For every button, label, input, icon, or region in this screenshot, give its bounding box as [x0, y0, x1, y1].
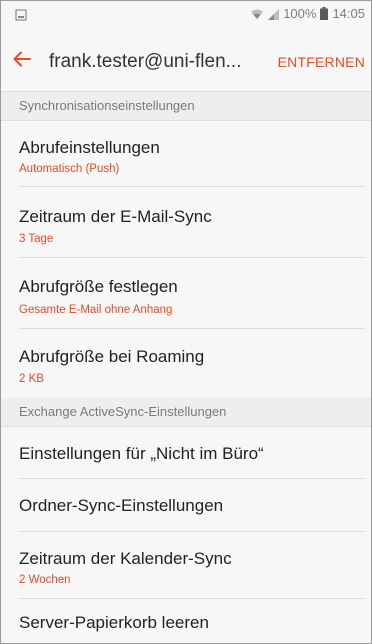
divider	[19, 478, 365, 479]
item-subtitle: 2 KB	[19, 373, 44, 385]
remove-account-button[interactable]: ENTFERNEN	[278, 54, 365, 70]
list-item-out-of-office[interactable]: Einstellungen für „Nicht im Büro“	[1, 427, 371, 479]
item-title: Ordner-Sync-Einstellungen	[19, 496, 224, 515]
list-item-empty-server-trash[interactable]: Server-Papierkorb leeren	[1, 600, 371, 643]
section-header-activesync: Exchange ActiveSync-Einstellungen	[1, 398, 371, 427]
item-title: Abrufgröße bei Roaming	[19, 347, 205, 366]
back-button[interactable]	[9, 48, 35, 74]
item-subtitle: 3 Tage	[19, 233, 54, 245]
status-bar: 100% 14:05	[1, 1, 371, 29]
section-header-label: Synchronisationseinstellungen	[19, 98, 195, 113]
notification-icon	[15, 8, 27, 21]
status-icons: 100% 14:05	[250, 6, 365, 21]
item-title: Einstellungen für „Nicht im Büro“	[19, 444, 264, 463]
divider	[19, 531, 365, 532]
list-item-calendar-sync-period[interactable]: Zeitraum der Kalender-Sync 2 Wochen	[1, 533, 371, 599]
section-header-label: Exchange ActiveSync-Einstellungen	[19, 404, 227, 419]
item-subtitle: Automatisch (Push)	[19, 163, 120, 175]
section-header-sync: Synchronisationseinstellungen	[1, 92, 371, 121]
item-subtitle: Gesamte E-Mail ohne Anhang	[19, 304, 173, 316]
battery-percent: 100%	[283, 6, 317, 21]
wifi-icon	[250, 8, 264, 20]
signal-icon	[268, 8, 280, 20]
app-bar: frank.tester@uni-flen... ENTFERNEN	[1, 29, 371, 92]
divider	[19, 328, 365, 329]
item-title: Zeitraum der Kalender-Sync	[19, 549, 232, 568]
divider	[19, 598, 365, 599]
divider	[19, 186, 365, 187]
battery-icon	[320, 7, 329, 20]
item-title: Server-Papierkorb leeren	[19, 613, 209, 632]
item-title: Zeitraum der E-Mail-Sync	[19, 207, 212, 226]
phone-screen: 100% 14:05 frank.tester@uni-flen... ENTF…	[0, 0, 372, 644]
item-title: Abrufgröße festlegen	[19, 277, 178, 296]
list-item-email-sync-period[interactable]: Zeitraum der E-Mail-Sync 3 Tage	[1, 188, 371, 258]
list-item-abrufeinstellungen[interactable]: Abrufeinstellungen Automatisch (Push)	[1, 121, 371, 187]
arrow-left-icon	[13, 51, 31, 72]
divider	[19, 257, 365, 258]
list-item-fetch-size[interactable]: Abrufgröße festlegen Gesamte E-Mail ohne…	[1, 259, 371, 329]
account-title: frank.tester@uni-flen...	[49, 51, 242, 72]
clock: 14:05	[332, 6, 365, 21]
item-subtitle: 2 Wochen	[19, 574, 71, 586]
list-item-roaming-fetch-size[interactable]: Abrufgröße bei Roaming 2 KB	[1, 330, 371, 398]
list-item-folder-sync[interactable]: Ordner-Sync-Einstellungen	[1, 480, 371, 532]
item-title: Abrufeinstellungen	[19, 138, 160, 157]
